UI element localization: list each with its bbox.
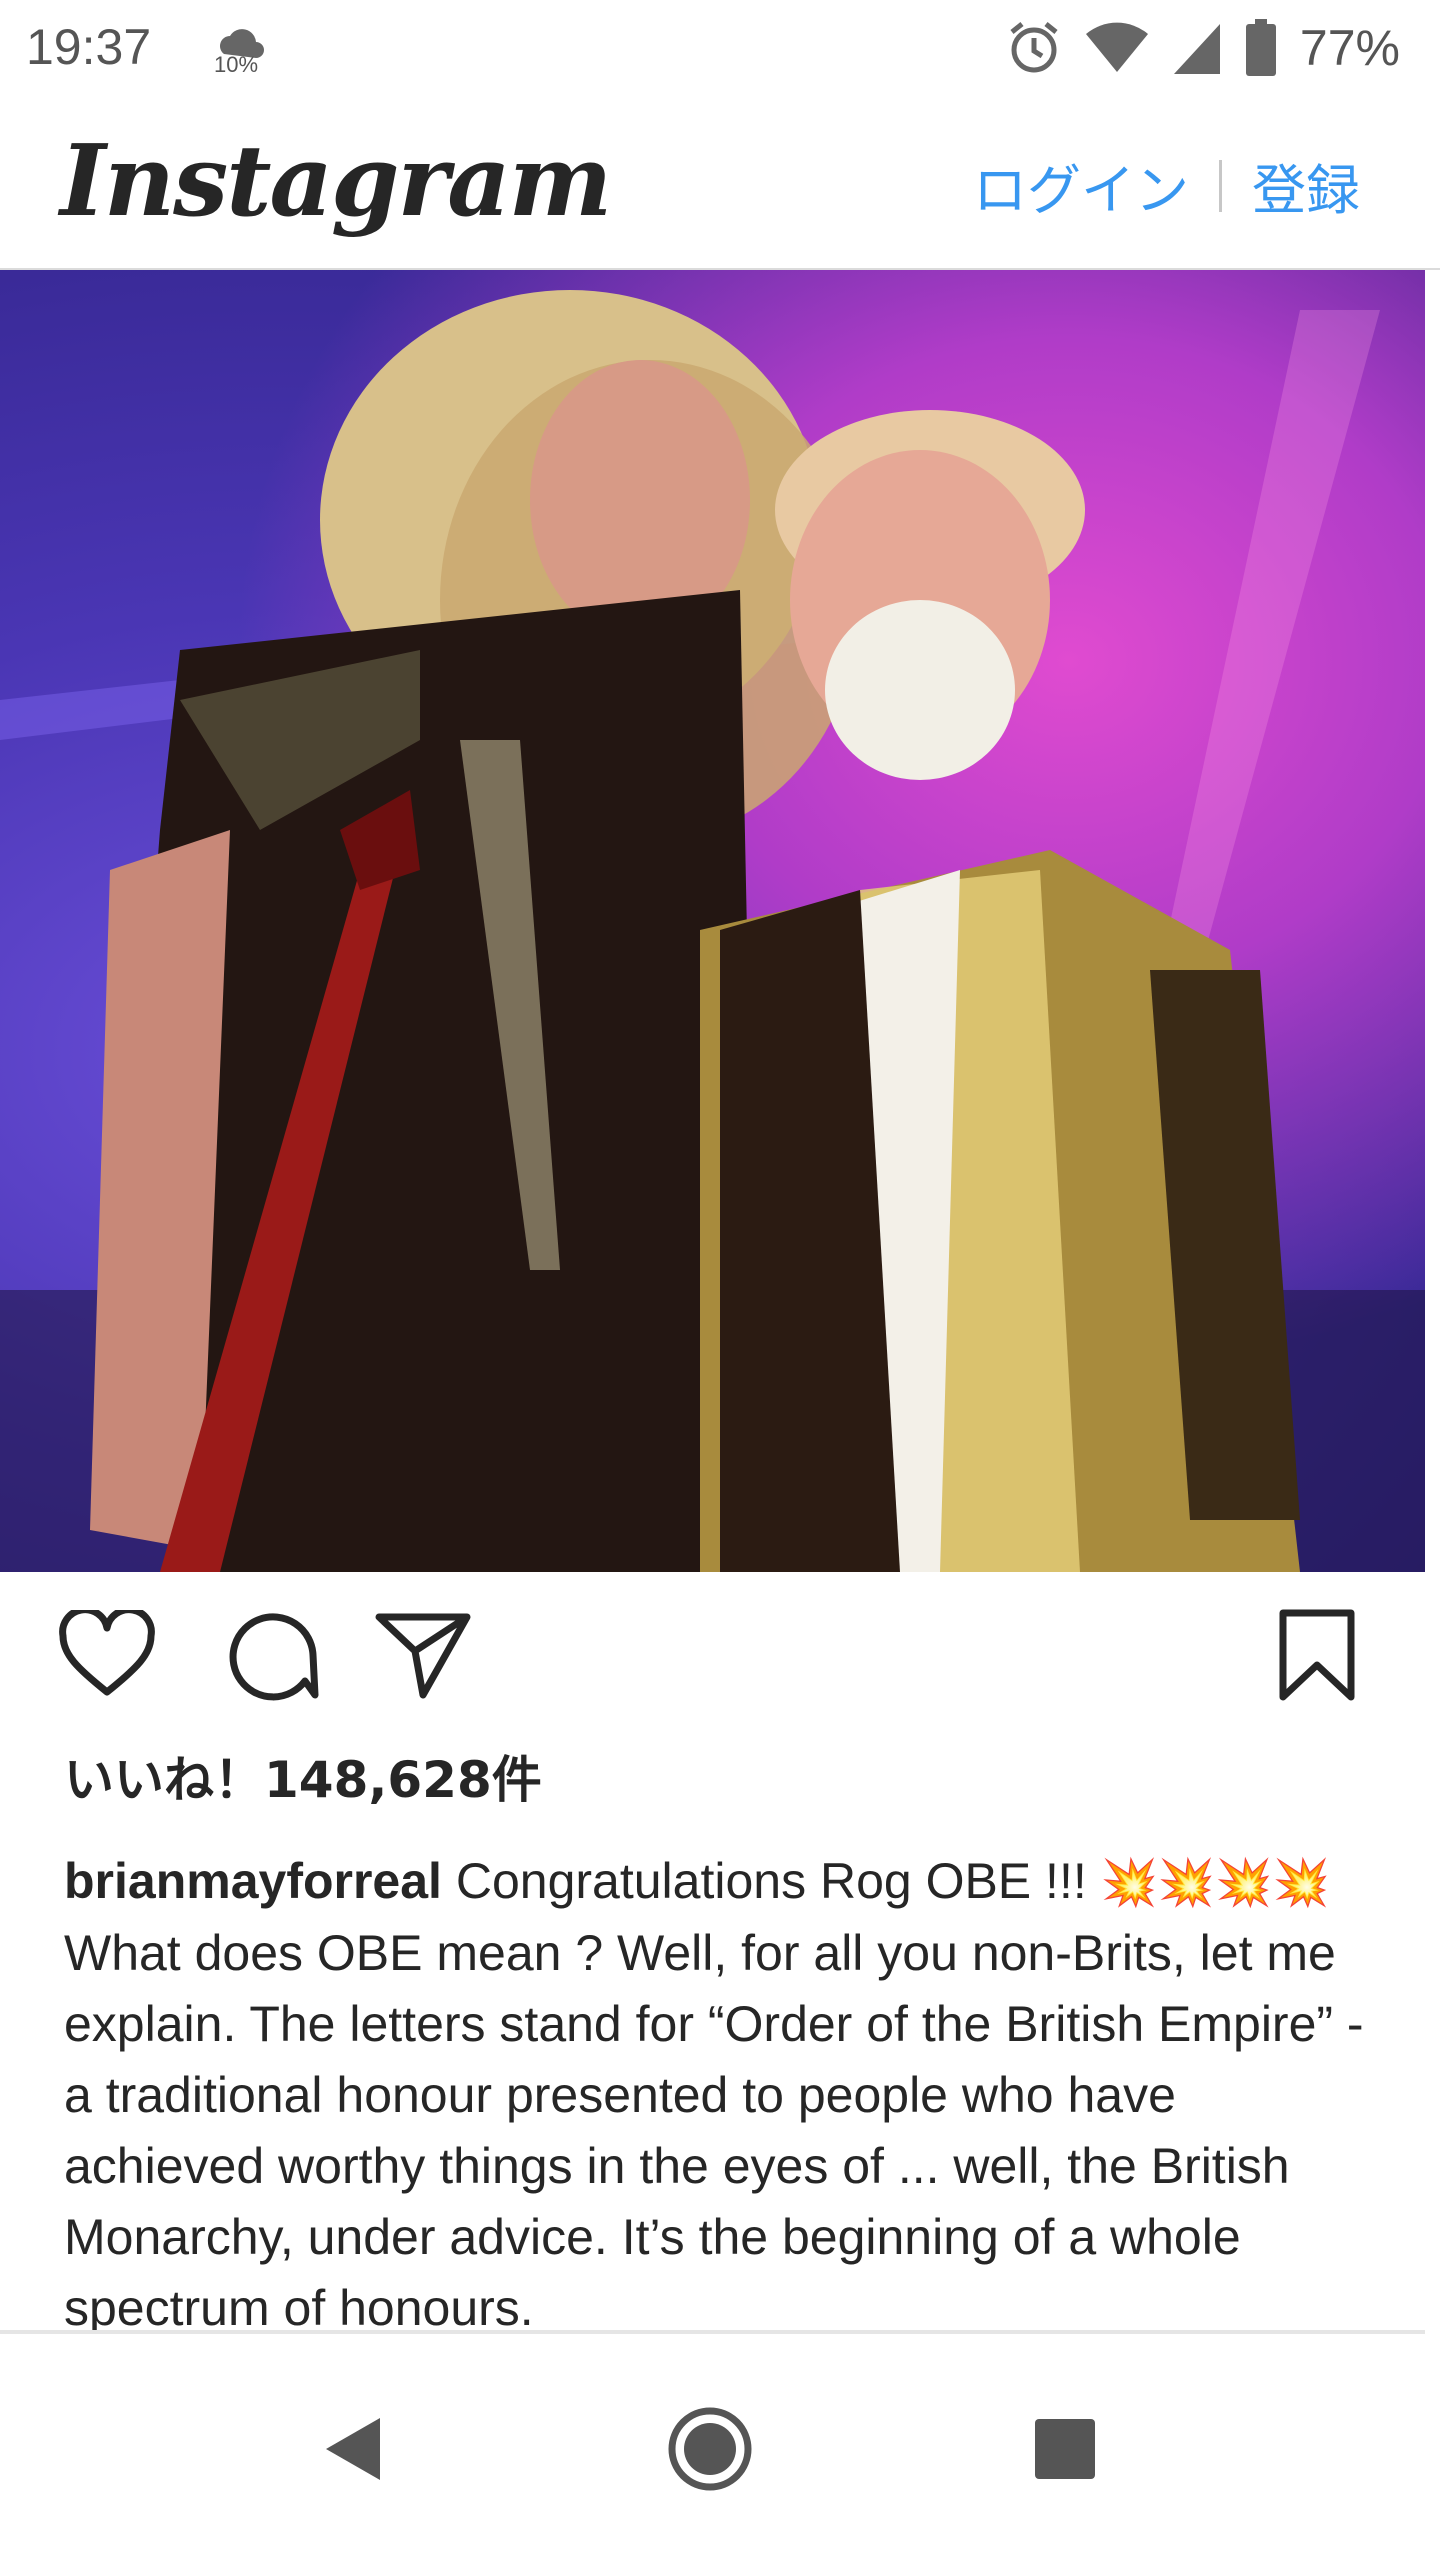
status-bar: 19:37 10% 77% bbox=[0, 0, 1440, 100]
home-icon bbox=[668, 2407, 752, 2491]
likes-count[interactable]: いいね！148,628件 bbox=[64, 1740, 542, 1812]
signup-link[interactable]: 登録 bbox=[1252, 146, 1360, 225]
caption-text: What does OBE mean ? Well, for all you n… bbox=[64, 1925, 1364, 2336]
header-actions: ログイン 登録 bbox=[973, 146, 1360, 225]
burst-emoji: 💥💥💥💥 bbox=[1100, 1856, 1330, 1908]
status-time: 19:37 bbox=[26, 19, 152, 75]
save-button[interactable] bbox=[1262, 1600, 1372, 1710]
share-icon bbox=[375, 1613, 471, 1699]
app-header: Instagram ログイン 登録 bbox=[0, 100, 1440, 270]
status-icons: 77% bbox=[1006, 18, 1400, 78]
weather-percent: 10% bbox=[214, 52, 259, 77]
header-separator bbox=[1219, 159, 1222, 212]
login-link[interactable]: ログイン bbox=[973, 146, 1189, 225]
caption-username[interactable]: brianmayforreal bbox=[64, 1853, 442, 1909]
battery-icon bbox=[1245, 19, 1276, 76]
caption-line1: Congratulations Rog OBE !!! bbox=[455, 1853, 1087, 1909]
like-button[interactable] bbox=[52, 1600, 162, 1710]
post-photo[interactable] bbox=[0, 270, 1425, 1572]
recents-icon bbox=[1035, 2419, 1095, 2479]
comment-button[interactable] bbox=[216, 1600, 326, 1710]
comment-icon bbox=[229, 1613, 319, 1701]
back-icon bbox=[326, 2418, 380, 2480]
post-caption: brianmayforreal Congratulations Rog OBE … bbox=[64, 1846, 1364, 2344]
android-nav-bar bbox=[0, 2334, 1440, 2560]
instagram-logo[interactable]: Instagram bbox=[60, 124, 612, 239]
heart-icon bbox=[59, 1610, 155, 1696]
alarm-icon bbox=[1010, 22, 1058, 73]
share-button[interactable] bbox=[368, 1600, 478, 1710]
signal-icon bbox=[1173, 24, 1220, 74]
bookmark-icon bbox=[1279, 1609, 1355, 1701]
recents-button[interactable] bbox=[1010, 2394, 1120, 2504]
back-button[interactable] bbox=[300, 2394, 410, 2504]
concert-photo bbox=[0, 290, 1425, 1572]
home-button[interactable] bbox=[655, 2394, 765, 2504]
battery-percent: 77% bbox=[1299, 20, 1400, 76]
post-actions bbox=[0, 1600, 1440, 1720]
wifi-icon bbox=[1085, 22, 1148, 72]
